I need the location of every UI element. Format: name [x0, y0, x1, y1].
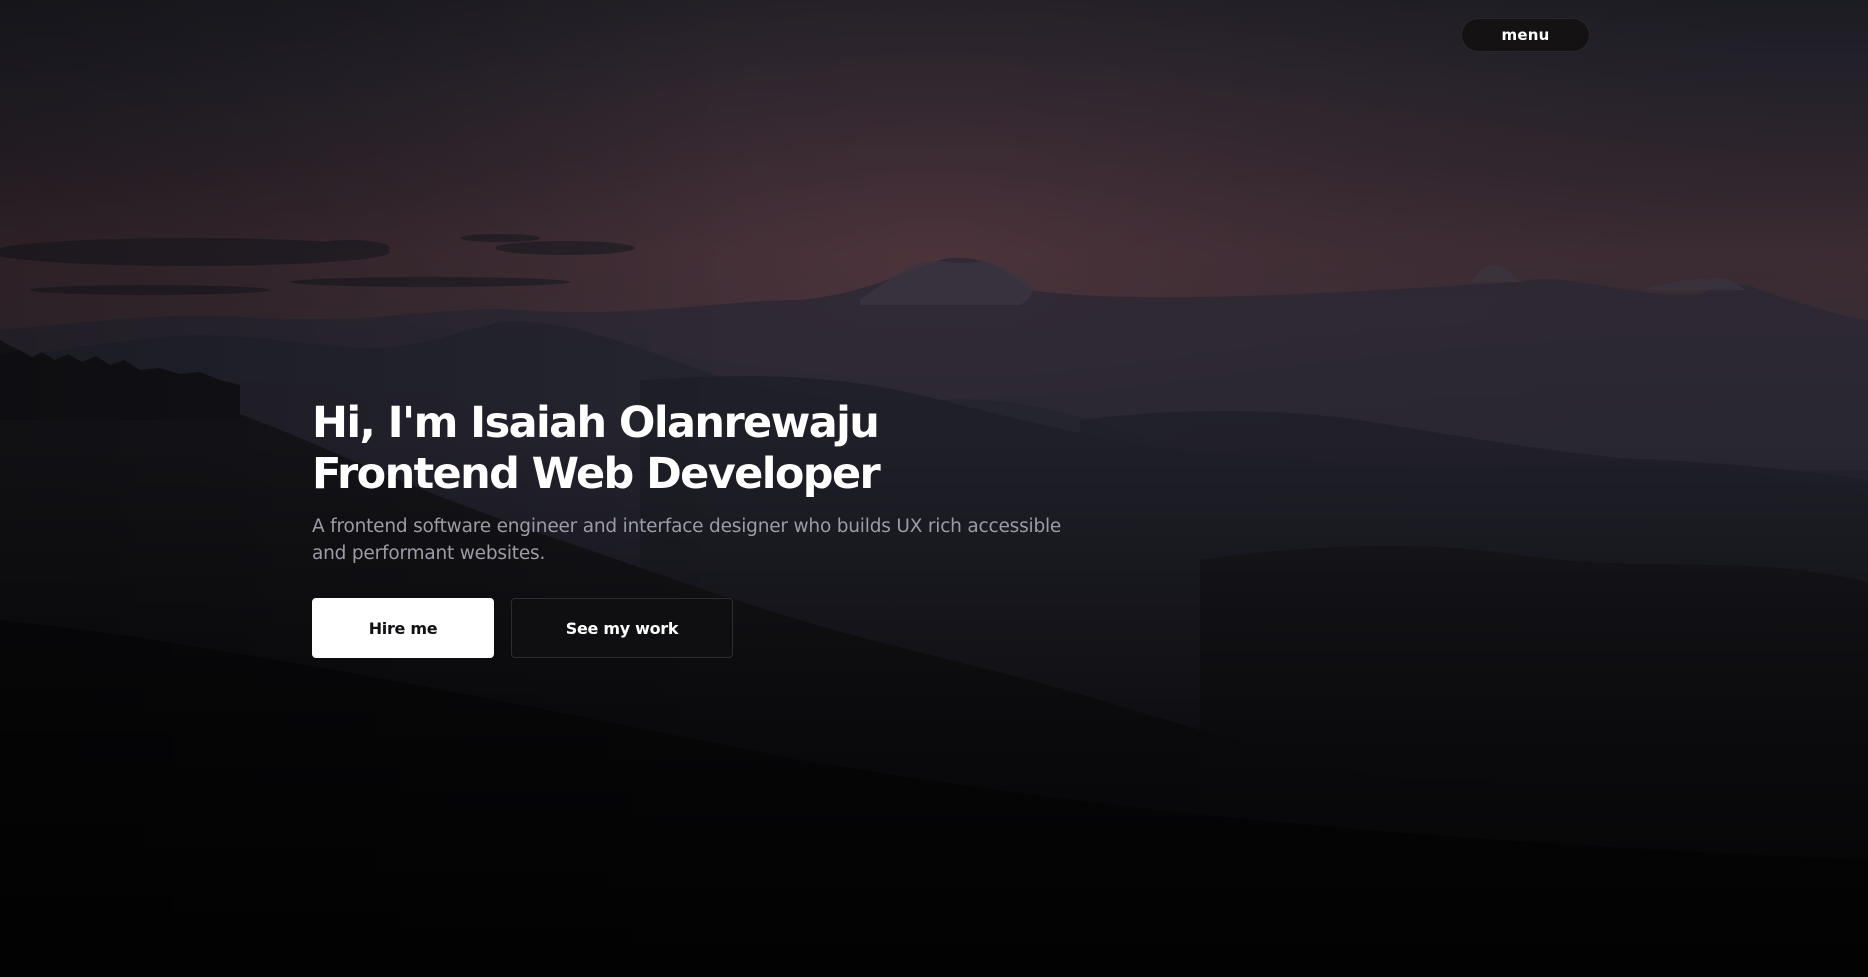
hire-me-button-label: Hire me — [368, 618, 438, 638]
page: menu Hi, I'm Isaiah Olanrewaju Frontend … — [0, 0, 1868, 977]
hire-me-button[interactable]: Hire me — [312, 598, 494, 658]
see-my-work-button[interactable]: See my work — [511, 598, 733, 658]
hero-section: Hi, I'm Isaiah Olanrewaju Frontend Web D… — [312, 398, 1072, 658]
see-my-work-button-label: See my work — [565, 618, 679, 638]
menu-button-label: menu — [1501, 26, 1550, 44]
menu-button[interactable]: menu — [1461, 18, 1590, 52]
hero-title-line-name: Hi, I'm Isaiah Olanrewaju — [312, 398, 880, 448]
hero-actions: Hire me See my work — [312, 598, 733, 658]
hero-title: Hi, I'm Isaiah Olanrewaju Frontend Web D… — [312, 398, 1072, 500]
hero-description: A frontend software engineer and interfa… — [312, 516, 1062, 564]
hero-title-line-role: Frontend Web Developer — [312, 449, 881, 499]
